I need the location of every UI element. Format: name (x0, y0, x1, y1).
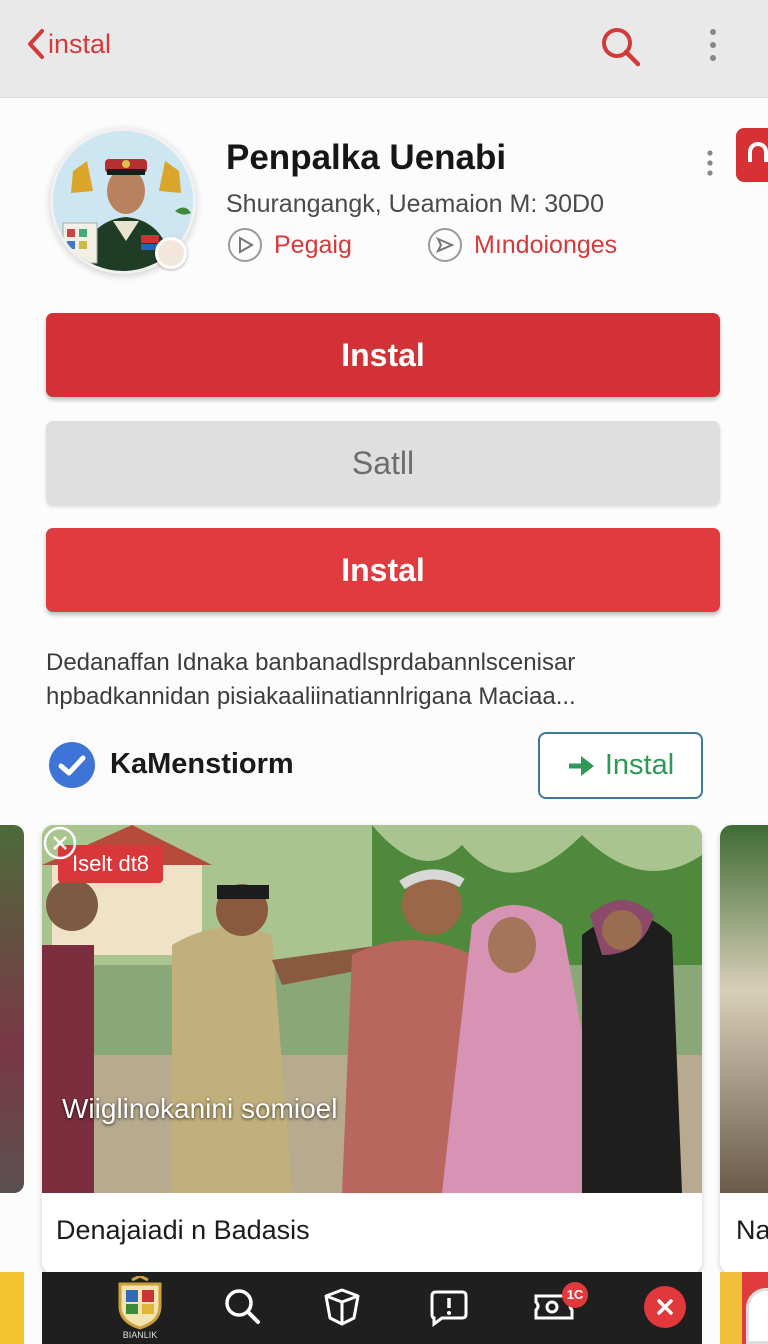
install-button[interactable]: Instal (46, 313, 720, 397)
secondary-button[interactable]: Satll (46, 421, 720, 505)
right-edge-strip (720, 1272, 768, 1344)
arrow-right-icon (568, 755, 594, 776)
close-icon[interactable] (42, 825, 78, 861)
card-title: Denajaiadi n Badasis (56, 1215, 310, 1245)
description-line-2: hpbadkannidan pisiakaaliinatiannlrigana … (46, 683, 576, 710)
verified-icon (49, 742, 95, 788)
chevron-left-icon (28, 29, 44, 59)
emblem-logo[interactable]: BIANLIK (114, 1274, 166, 1344)
media-card[interactable]: Iselt dt8 Wiiglinokanini somioel Denajai… (42, 825, 702, 1274)
avatar (746, 1288, 768, 1344)
developer-mini-avatar (155, 237, 187, 269)
side-drawer-tab[interactable] (736, 128, 768, 182)
app-description: Dedanaffan Idnaka banbanadlsprdabannlsce… (46, 646, 726, 714)
next-card-title: Na (736, 1215, 768, 1245)
app-subtitle: Shurangangk, Ueamaion M: 30D0 (226, 190, 605, 218)
next-card[interactable]: Na (720, 825, 768, 1274)
card-caption: Wiiglinokanini somioel (62, 1093, 338, 1124)
developer-install-button[interactable]: Instal (538, 732, 703, 799)
left-edge-strip (0, 1272, 24, 1344)
meta-link-2[interactable]: Mındoionges (428, 228, 617, 262)
top-app-bar: instal (0, 0, 768, 98)
play-icon (228, 228, 262, 262)
back-button[interactable]: instal (26, 28, 111, 60)
emblem-text: BIANLIK (122, 1330, 158, 1340)
meta-label: Pegaig (274, 230, 352, 259)
card-photo: Iselt dt8 Wiiglinokanini somioel (42, 825, 702, 1193)
meta-link-1[interactable]: Pegaig (228, 228, 352, 262)
previous-card[interactable] (0, 825, 24, 1193)
meta-label: Mındoionges (474, 230, 618, 259)
description-line-1: Dedanaffan Idnaka banbanadlsprdabannlsce… (46, 649, 576, 676)
install-button-2[interactable]: Instal (46, 528, 720, 612)
install-label: Instal (604, 749, 675, 781)
next-card-photo (720, 825, 768, 1193)
send-icon (428, 228, 462, 262)
bottom-navigation: BIANLIK (42, 1272, 702, 1344)
more-vertical-icon[interactable] (700, 148, 720, 178)
developer-name: KaMenstiorm (110, 748, 294, 780)
package-icon[interactable] (320, 1284, 364, 1328)
more-vertical-icon[interactable] (700, 26, 726, 66)
chat-icon[interactable] (426, 1284, 470, 1328)
notification-badge: 1C (562, 1282, 588, 1308)
back-label: instal (48, 28, 112, 59)
close-icon[interactable] (644, 1286, 686, 1328)
app-title: Penpalka Uenabi (226, 138, 507, 177)
search-icon[interactable] (598, 24, 642, 68)
search-icon[interactable] (220, 1284, 264, 1328)
